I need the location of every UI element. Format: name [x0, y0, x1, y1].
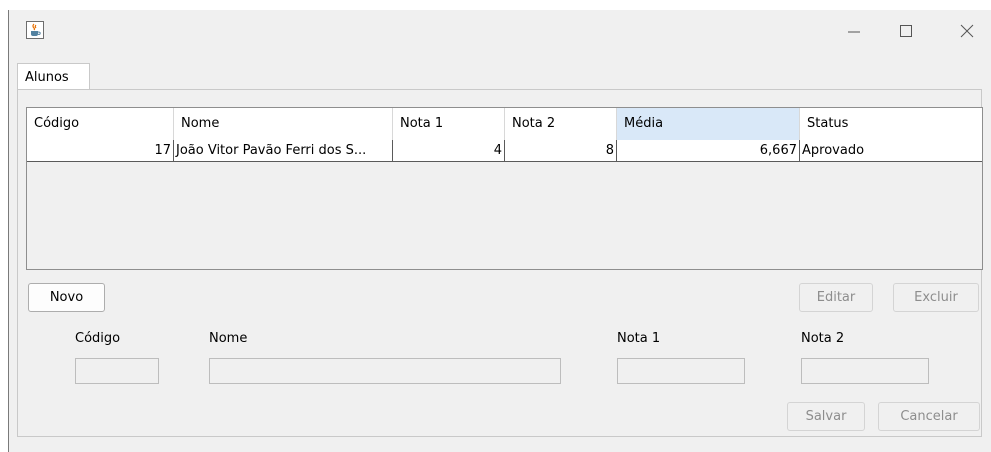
column-header-nota2[interactable]: Nota 2 [505, 108, 617, 140]
tab-alunos[interactable]: Alunos [17, 63, 90, 90]
maximize-button[interactable] [883, 10, 929, 52]
novo-button[interactable]: Novo [28, 283, 105, 312]
codigo-field[interactable] [75, 358, 159, 384]
students-table[interactable]: Código Nome Nota 1 Nota 2 Média Status 1… [26, 107, 983, 270]
maximize-icon [900, 25, 912, 37]
column-header-nota1[interactable]: Nota 1 [393, 108, 505, 140]
close-button[interactable] [944, 10, 990, 52]
java-cup-icon[interactable] [26, 21, 44, 39]
salvar-button[interactable]: Salvar [787, 402, 865, 431]
nota2-label: Nota 2 [801, 331, 845, 346]
column-header-status[interactable]: Status [800, 108, 982, 140]
table-header: Código Nome Nota 1 Nota 2 Média Status [27, 108, 982, 141]
nota1-label: Nota 1 [617, 331, 661, 346]
codigo-label: Código [75, 331, 121, 346]
cell-media[interactable]: 6,667 [617, 140, 800, 162]
cell-nota2[interactable]: 8 [505, 140, 617, 162]
cell-codigo[interactable]: 17 [27, 140, 174, 162]
editar-button[interactable]: Editar [799, 283, 873, 312]
cell-status[interactable]: Aprovado [800, 140, 982, 162]
nota1-field[interactable] [617, 358, 745, 384]
nome-field[interactable] [209, 358, 561, 384]
minimize-icon [848, 31, 860, 33]
minimize-button[interactable] [831, 10, 877, 52]
title-bar[interactable] [9, 10, 991, 52]
cell-nome[interactable]: João Vitor Pavão Ferri dos S... [174, 140, 393, 162]
cell-nota1[interactable]: 4 [393, 140, 505, 162]
table-row[interactable]: 17 João Vitor Pavão Ferri dos S... 4 8 6… [27, 140, 982, 162]
nota2-field[interactable] [801, 358, 929, 384]
nome-label: Nome [209, 331, 248, 346]
column-header-nome[interactable]: Nome [174, 108, 393, 140]
column-header-codigo[interactable]: Código [27, 108, 174, 140]
column-header-media[interactable]: Média [617, 108, 800, 140]
excluir-button[interactable]: Excluir [893, 283, 979, 312]
cancelar-button[interactable]: Cancelar [878, 402, 980, 431]
close-icon [960, 24, 974, 38]
